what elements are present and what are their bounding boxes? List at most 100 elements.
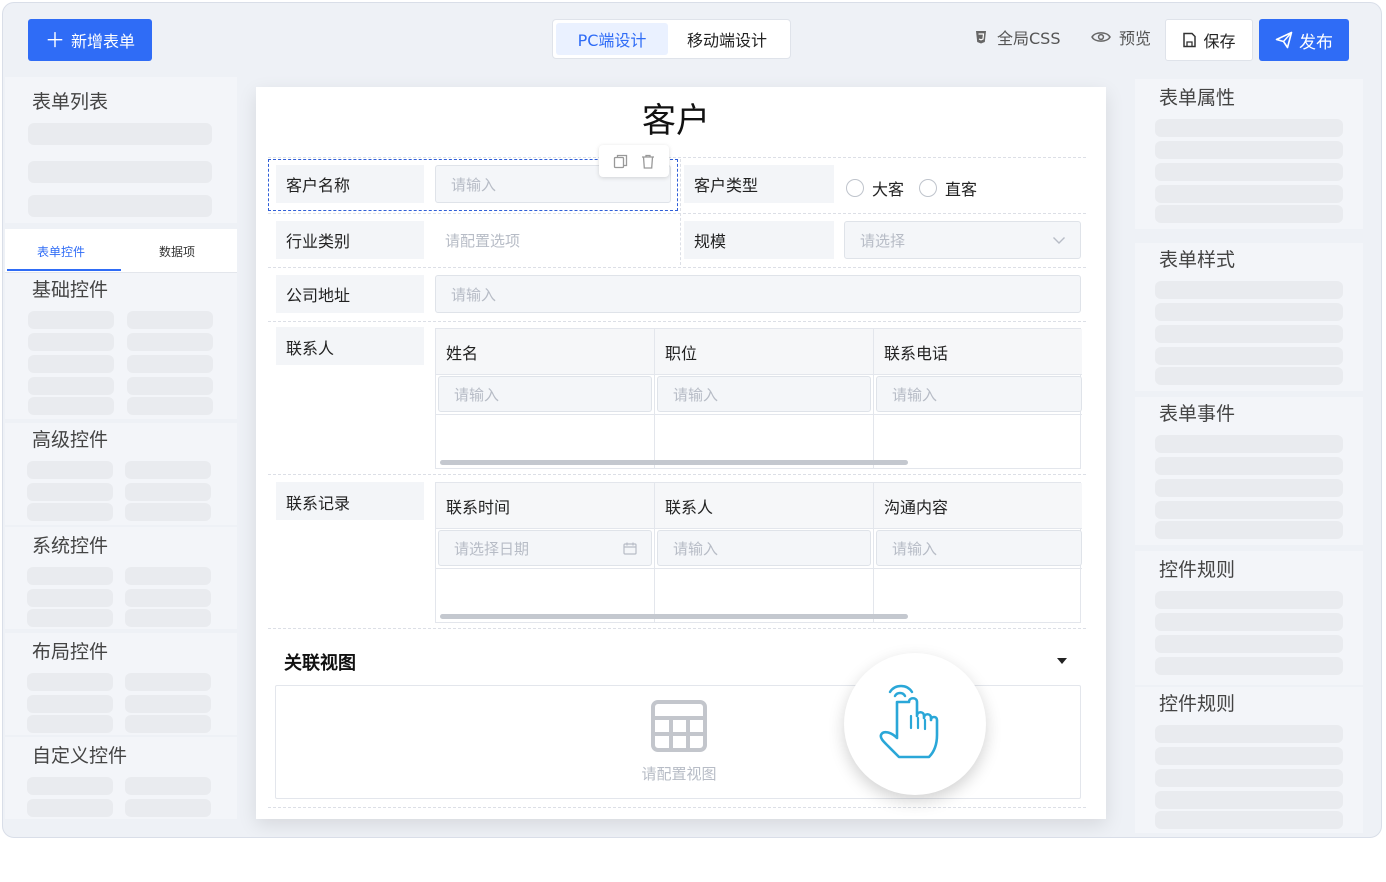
placeholder-item[interactable] xyxy=(1155,613,1343,631)
form-list-item[interactable] xyxy=(28,161,212,183)
placeholder-item[interactable] xyxy=(27,483,113,501)
divider xyxy=(268,807,1086,808)
control-rules-section: 控件规则 xyxy=(1135,551,1363,685)
placeholder-item[interactable] xyxy=(127,377,213,395)
placeholder-item[interactable] xyxy=(28,333,114,351)
placeholder-item[interactable] xyxy=(27,589,113,607)
placeholder-item[interactable] xyxy=(1155,303,1343,321)
save-button[interactable]: 保存 xyxy=(1165,19,1253,61)
placeholder-item[interactable] xyxy=(125,567,211,585)
contact-position-input[interactable]: 请输入 xyxy=(657,376,871,412)
horizontal-scrollbar[interactable] xyxy=(440,614,908,619)
placeholder-item[interactable] xyxy=(125,461,211,479)
horizontal-scrollbar[interactable] xyxy=(440,460,908,465)
placeholder-item[interactable] xyxy=(1155,347,1343,365)
form-events-section: 表单事件 xyxy=(1135,397,1363,545)
placeholder-item[interactable] xyxy=(1155,725,1343,743)
placeholder-item[interactable] xyxy=(1155,205,1343,223)
publish-button[interactable]: 发布 xyxy=(1259,19,1349,61)
placeholder-item[interactable] xyxy=(1155,635,1343,653)
record-content-input[interactable]: 请输入 xyxy=(876,530,1082,566)
placeholder-item[interactable] xyxy=(27,777,113,795)
divider xyxy=(654,329,655,469)
placeholder-item[interactable] xyxy=(1155,325,1343,343)
placeholder-item[interactable] xyxy=(125,715,211,733)
divider xyxy=(268,157,1086,158)
placeholder-item[interactable] xyxy=(1155,811,1343,829)
placeholder-item[interactable] xyxy=(27,799,113,817)
caret-down-icon[interactable] xyxy=(1056,657,1068,665)
divider xyxy=(873,483,874,623)
system-controls-title: 系统控件 xyxy=(32,535,109,557)
contact-name-input[interactable]: 请输入 xyxy=(438,376,652,412)
radio-option-big[interactable]: 大客 xyxy=(846,176,904,200)
scale-select[interactable]: 请选择 xyxy=(844,221,1081,259)
placeholder-item[interactable] xyxy=(1155,457,1343,475)
placeholder-item[interactable] xyxy=(1155,501,1343,519)
scale-select-value: 请选择 xyxy=(860,231,906,250)
placeholder-item[interactable] xyxy=(27,461,113,479)
tab-mobile-design[interactable]: 移动端设计 xyxy=(668,23,786,55)
placeholder-item[interactable] xyxy=(125,589,211,607)
placeholder-item[interactable] xyxy=(1155,281,1343,299)
placeholder-item[interactable] xyxy=(125,503,211,521)
placeholder-item[interactable] xyxy=(27,715,113,733)
placeholder-item[interactable] xyxy=(27,695,113,713)
contact-date-picker[interactable]: 请选择日期 xyxy=(438,530,652,566)
placeholder-item[interactable] xyxy=(27,567,113,585)
form-list-item[interactable] xyxy=(28,195,212,217)
placeholder-item[interactable] xyxy=(1155,591,1343,609)
placeholder-item[interactable] xyxy=(125,777,211,795)
delete-icon[interactable] xyxy=(641,154,655,169)
placeholder-item[interactable] xyxy=(28,355,114,373)
placeholder-item[interactable] xyxy=(1155,791,1343,809)
placeholder-item[interactable] xyxy=(1155,367,1343,385)
record-contact-input[interactable]: 请输入 xyxy=(657,530,871,566)
placeholder-item[interactable] xyxy=(125,695,211,713)
placeholder-item[interactable] xyxy=(28,377,114,395)
placeholder-item[interactable] xyxy=(28,397,114,415)
global-css-button[interactable]: 全局CSS xyxy=(973,25,1061,49)
divider xyxy=(268,474,1086,475)
customer-name-label: 客户名称 xyxy=(276,165,424,203)
new-form-button[interactable]: ＋ 新增表单 xyxy=(28,19,152,61)
placeholder-item[interactable] xyxy=(1155,479,1343,497)
field-action-toolbar xyxy=(599,145,669,177)
placeholder-item[interactable] xyxy=(1155,119,1343,137)
placeholder-item[interactable] xyxy=(127,311,213,329)
placeholder-item[interactable] xyxy=(125,483,211,501)
placeholder-item[interactable] xyxy=(1155,657,1343,675)
placeholder-item[interactable] xyxy=(1155,521,1343,539)
placeholder-item[interactable] xyxy=(1155,185,1343,203)
placeholder-item[interactable] xyxy=(1155,747,1343,765)
placeholder-item[interactable] xyxy=(125,609,211,627)
radio-option-label: 直客 xyxy=(945,180,978,199)
placeholder-item[interactable] xyxy=(1155,141,1343,159)
preview-button[interactable]: 预览 xyxy=(1091,25,1151,49)
industry-options-placeholder[interactable]: 请配置选项 xyxy=(445,230,520,251)
placeholder-item[interactable] xyxy=(125,673,211,691)
radio-option-direct[interactable]: 直客 xyxy=(919,176,977,200)
tab-pc-design[interactable]: PC端设计 xyxy=(556,23,668,55)
tab-form-controls[interactable]: 表单控件 xyxy=(37,243,85,260)
tab-data-items[interactable]: 数据项 xyxy=(159,243,195,260)
column-header: 联系电话 xyxy=(874,329,1082,374)
placeholder-item[interactable] xyxy=(127,355,213,373)
placeholder-item[interactable] xyxy=(127,333,213,351)
address-input[interactable]: 请输入 xyxy=(435,275,1081,313)
save-label: 保存 xyxy=(1203,32,1236,51)
copy-icon[interactable] xyxy=(613,154,628,169)
placeholder-item[interactable] xyxy=(27,503,113,521)
placeholder-item[interactable] xyxy=(1155,435,1343,453)
placeholder-item[interactable] xyxy=(28,311,114,329)
contact-phone-input[interactable]: 请输入 xyxy=(876,376,1082,412)
placeholder-item[interactable] xyxy=(1155,769,1343,787)
placeholder-item[interactable] xyxy=(27,609,113,627)
placeholder-item[interactable] xyxy=(125,799,211,817)
global-css-label: 全局CSS xyxy=(997,29,1061,48)
placeholder-item[interactable] xyxy=(27,673,113,691)
placeholder-item[interactable] xyxy=(1155,163,1343,181)
placeholder-item[interactable] xyxy=(127,397,213,415)
form-list-item[interactable] xyxy=(28,123,212,145)
send-icon xyxy=(1275,31,1293,49)
